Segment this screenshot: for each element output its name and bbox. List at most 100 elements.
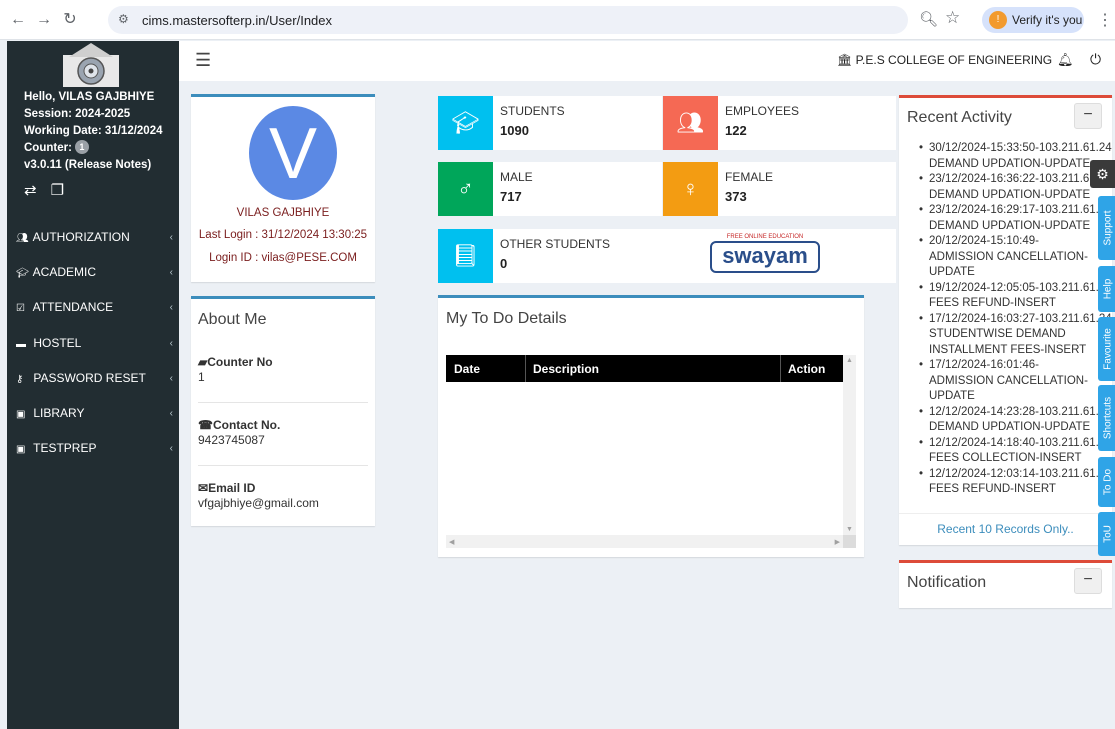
- email-label: Email ID: [208, 481, 256, 495]
- menu-hostel[interactable]: ▬ HOSTEL ‹: [7, 326, 179, 361]
- login-id: Login ID : vilas@PESE.COM: [209, 252, 357, 264]
- address-bar[interactable]: ⚙ cims.mastersofterp.in/User/Index: [108, 6, 908, 34]
- chevron-left-icon: ‹: [169, 267, 173, 278]
- activity-desc: FEES REFUND-INSERT: [929, 483, 1056, 495]
- copy-icon[interactable]: ❐: [51, 182, 64, 199]
- bed-icon: ▬: [16, 339, 26, 350]
- activity-item: 12/12/2024-14:18:40-103.211.61.246 FEES C…: [907, 436, 1112, 467]
- chevron-left-icon: ‹: [169, 443, 173, 454]
- activity-desc: FEES REFUND-INSERT: [929, 297, 1056, 309]
- site-info-icon[interactable]: ⚙: [118, 12, 129, 26]
- menu-testprep[interactable]: ▣ TESTPREP ‹: [7, 431, 179, 466]
- menu-authorization[interactable]: 👥︎ AUTHORIZATION ‹: [7, 220, 179, 255]
- quick-icons: ⇄ ❐: [24, 181, 78, 199]
- collapse-notification-button[interactable]: −: [1074, 568, 1102, 594]
- male-box[interactable]: ♂ MALE 717: [438, 162, 662, 216]
- contact-label: Contact No.: [212, 418, 281, 432]
- power-icon[interactable]: ⏻: [1090, 51, 1101, 68]
- reload-icon[interactable]: ↻: [60, 10, 80, 30]
- students-label: STUDENTS: [500, 104, 565, 118]
- scroll-left-icon[interactable]: ◀: [449, 538, 454, 546]
- activity-time: 17/12/2024-16:03:27-103.211.61.246: [929, 312, 1112, 325]
- activity-desc: STUDENTWISE DEMAND: [929, 328, 1066, 340]
- horizontal-scrollbar[interactable]: ◀ ▶: [446, 535, 843, 548]
- url-text[interactable]: cims.mastersofterp.in/User/Index: [142, 13, 332, 28]
- activity-desc: ADMISSION CANCELLATION-: [929, 250, 1088, 263]
- session: Session: 2024-2025: [24, 108, 131, 120]
- col-date[interactable]: Date: [454, 362, 480, 376]
- forward-icon[interactable]: →: [34, 10, 54, 30]
- activity-desc: UPDATE: [929, 266, 975, 278]
- activity-item: 19/12/2024-12:05:05-103.211.61.246 FEES R…: [907, 281, 1112, 312]
- book-icon: 📘︎: [438, 229, 493, 283]
- employees-box[interactable]: 👥︎ EMPLOYEES 122: [663, 96, 896, 150]
- graduation-cap-icon: 🎓︎: [16, 268, 29, 279]
- about-title: About Me: [198, 311, 267, 328]
- menu-attendance[interactable]: ☑ ATTENDANCE ‹: [7, 290, 179, 325]
- back-icon[interactable]: ←: [8, 10, 28, 30]
- col-action[interactable]: Action: [788, 362, 825, 376]
- recent-activity-card: Recent Activity − 30/12/2024-15:33:50-10…: [899, 95, 1112, 545]
- tab-tou[interactable]: ToU: [1098, 512, 1115, 556]
- sidebar: Hello, VILAS GAJBHIYE Session: 2024-2025…: [7, 41, 179, 729]
- female-label: FEMALE: [725, 170, 774, 184]
- hamburger-menu-icon[interactable]: ☰: [195, 50, 211, 71]
- tab-shortcuts[interactable]: Shortcuts: [1098, 385, 1115, 451]
- students-value: 1090: [500, 123, 529, 138]
- other-students-box[interactable]: 📘︎ OTHER STUDENTS 0 FREE ONLINE EDUCATIO…: [438, 229, 896, 283]
- bookmark-star-icon[interactable]: ☆: [945, 8, 960, 28]
- col-description[interactable]: Description: [533, 362, 599, 376]
- tab-label: Help: [1102, 278, 1114, 300]
- book-icon: ▰: [198, 355, 208, 369]
- avatar: V: [249, 106, 337, 200]
- students-box[interactable]: 🎓︎ STUDENTS 1090: [438, 96, 662, 150]
- menu-library[interactable]: ▣ LIBRARY ‹: [7, 396, 179, 431]
- female-icon: ♀: [663, 162, 718, 216]
- activity-desc: DEMAND UPDATION-UPDATE: [929, 219, 1091, 232]
- menu-password-reset[interactable]: ⚷ PASSWORD RESET ‹: [7, 361, 179, 396]
- browser-menu-icon[interactable]: ⋮: [1097, 10, 1113, 30]
- check-square-icon: ☑: [16, 303, 25, 314]
- female-box[interactable]: ♀ FEMALE 373: [663, 162, 896, 216]
- tab-support[interactable]: Support: [1098, 196, 1115, 260]
- activity-desc: INSTALLMENT FEES-INSERT: [929, 343, 1087, 356]
- chevron-left-icon: ‹: [169, 408, 173, 419]
- about-me-card: About Me ▰Counter No 1 ☎Contact No. 9423…: [191, 296, 375, 526]
- swayam-logo[interactable]: FREE ONLINE EDUCATION swayam: [710, 234, 820, 273]
- vertical-scrollbar[interactable]: ▲ ▼: [843, 355, 856, 535]
- switch-icon[interactable]: ⇄: [24, 182, 37, 199]
- activity-time: 17/12/2024-16:01:46-: [929, 359, 1039, 371]
- activity-desc: DEMAND UPDATION-UPDATE: [929, 421, 1091, 433]
- tab-todo[interactable]: To Do: [1098, 457, 1115, 507]
- activity-item: 30/12/2024-15:33:50-103.211.61.246 DEMAND…: [907, 141, 1112, 172]
- scroll-right-icon[interactable]: ▶: [835, 538, 840, 546]
- gear-icon[interactable]: ⚙: [1090, 160, 1115, 188]
- activity-time: 19/12/2024-12:05:05-103.211.61.246: [929, 281, 1112, 294]
- graduation-cap-icon: 🎓︎: [438, 96, 493, 150]
- zoom-icon[interactable]: 🔍︎: [919, 10, 938, 28]
- college-name: 🏛︎ P.E.S COLLEGE OF ENGINEERING: [837, 53, 1052, 67]
- collapse-activity-button[interactable]: −: [1074, 103, 1102, 129]
- tab-help[interactable]: Help: [1098, 266, 1115, 312]
- tab-favourite[interactable]: Favourite: [1098, 317, 1115, 381]
- activity-time: 23/12/2024-16:29:17-103.211.61.246: [929, 204, 1112, 216]
- menu-label: ATTENDANCE: [32, 300, 114, 314]
- activity-footer-link[interactable]: Recent 10 Records Only..: [899, 513, 1112, 548]
- todo-card: My To Do Details Date Description Action…: [438, 295, 864, 557]
- scroll-up-icon[interactable]: ▲: [846, 357, 853, 364]
- activity-time: 20/12/2024-15:10:49-: [929, 235, 1039, 247]
- contact-field: ☎Contact No. 9423745087: [198, 418, 368, 447]
- notification-card: Notification −: [899, 560, 1112, 608]
- verify-button[interactable]: ! Verify it's you: [982, 7, 1084, 33]
- tab-label: To Do: [1102, 468, 1114, 496]
- activity-desc: FEES COLLECTION-INSERT: [929, 452, 1082, 464]
- activity-item: 20/12/2024-15:10:49- ADMISSION CANCELLATI…: [907, 234, 1112, 281]
- chevron-left-icon: ‹: [169, 302, 173, 313]
- chevron-left-icon: ‹: [169, 232, 173, 243]
- version-link[interactable]: v3.0.11 (Release Notes): [24, 157, 163, 174]
- scroll-down-icon[interactable]: ▼: [846, 526, 853, 533]
- bell-icon[interactable]: 🔔︎: [1057, 52, 1074, 68]
- menu-academic[interactable]: 🎓︎ ACADEMIC ‹: [7, 255, 179, 290]
- institution-icon: 🏛︎: [837, 53, 853, 67]
- employees-value: 122: [725, 123, 747, 138]
